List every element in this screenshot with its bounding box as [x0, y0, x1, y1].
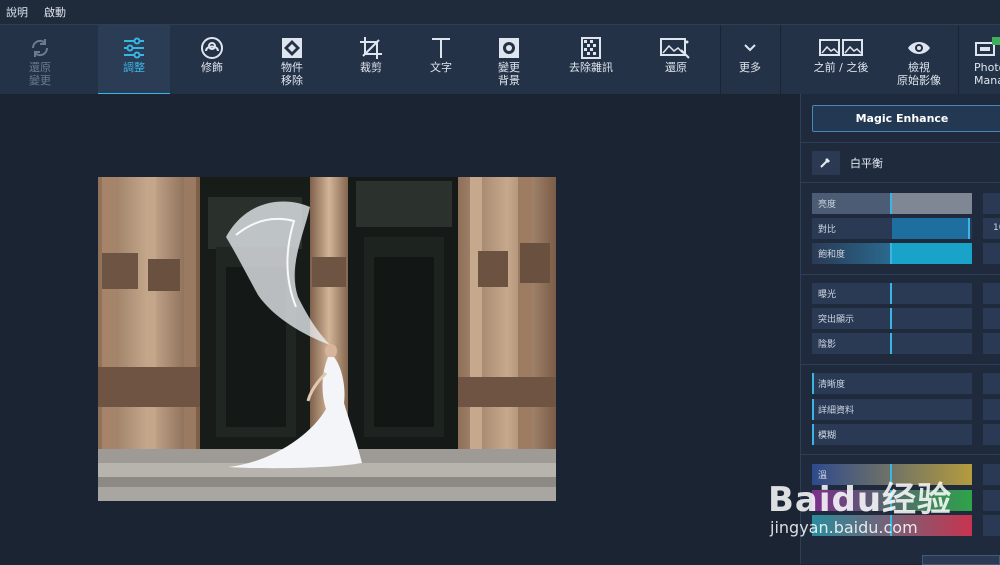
temperature-slider[interactable]: 溫 — [812, 464, 972, 485]
edited-photo — [98, 177, 556, 501]
brightness-slider[interactable]: 亮度 — [812, 193, 972, 214]
eye-icon — [907, 35, 931, 61]
panel-divider — [801, 182, 1000, 183]
object-remove-icon — [280, 35, 304, 61]
contrast-value[interactable]: 10 — [983, 218, 1000, 239]
adjust-panel: Magic Enhance 白平衡 亮度 對比 10 飽和度 曝光 — [800, 94, 1000, 564]
detail-slider[interactable]: 詳細資料 — [812, 399, 972, 420]
crop-icon — [359, 35, 383, 61]
change-background-icon — [497, 35, 521, 61]
eyedropper-button[interactable] — [812, 151, 840, 175]
detail-value[interactable] — [983, 399, 1000, 420]
view-original-button[interactable]: 檢視 原始影像 — [888, 25, 950, 95]
undo-changes-button[interactable]: 還原 變更 — [6, 25, 74, 95]
tab-change-background[interactable]: 變更 背景 — [476, 25, 542, 95]
hue-slider[interactable] — [812, 515, 972, 536]
saturation-slider[interactable]: 飽和度 — [812, 243, 972, 264]
panel-divider — [801, 454, 1000, 455]
saturation-value[interactable] — [983, 243, 1000, 264]
hue-value[interactable] — [983, 515, 1000, 536]
temperature-value[interactable] — [983, 464, 1000, 485]
tint-value[interactable] — [983, 490, 1000, 511]
highlights-slider[interactable]: 突出顯示 — [812, 308, 972, 329]
highlights-value[interactable] — [983, 308, 1000, 329]
more-button[interactable]: 更多 — [724, 25, 776, 95]
menu-activate[interactable]: 啟動 — [44, 4, 66, 20]
panel-divider — [801, 142, 1000, 143]
toolbar-separator — [780, 25, 781, 95]
restore-photo-icon — [659, 35, 693, 61]
contrast-slider[interactable]: 對比 — [812, 218, 972, 239]
panel-divider — [801, 364, 1000, 365]
blur-value[interactable] — [983, 424, 1000, 445]
shadows-value[interactable] — [983, 333, 1000, 354]
menu-bar: 說明 啟動 — [0, 0, 1000, 24]
clarity-value[interactable] — [983, 373, 1000, 394]
photo-manager-button[interactable]: Photo Manag — [962, 25, 1000, 95]
tint-slider[interactable] — [812, 490, 972, 511]
text-icon — [429, 35, 453, 61]
eyedropper-icon — [819, 155, 833, 172]
panel-divider — [801, 274, 1000, 275]
toolbar-separator — [720, 25, 721, 95]
brightness-value[interactable] — [983, 193, 1000, 214]
white-balance-label: 白平衡 — [850, 157, 883, 170]
denoise-icon — [579, 35, 603, 61]
before-after-button[interactable]: 之前 / 之後 — [798, 25, 884, 95]
toolbar: 還原 變更 調整 修飾 物件 移除 裁剪 文字 變更 背景 去除雜訊 還原 更多… — [0, 24, 1000, 95]
sliders-icon — [122, 35, 146, 61]
tab-crop[interactable]: 裁剪 — [338, 25, 404, 95]
exposure-value[interactable] — [983, 283, 1000, 304]
menu-help[interactable]: 說明 — [6, 4, 28, 20]
blur-slider[interactable]: 模糊 — [812, 424, 972, 445]
tab-object-removal[interactable]: 物件 移除 — [258, 25, 326, 95]
chevron-down-icon — [743, 35, 757, 61]
face-retouch-icon — [200, 35, 224, 61]
white-balance-row: 白平衡 — [812, 151, 883, 175]
tab-restore[interactable]: 還原 — [640, 25, 712, 95]
photo-manager-icon — [974, 35, 1000, 61]
clarity-slider[interactable]: 清晰度 — [812, 373, 972, 394]
tab-denoise[interactable]: 去除雜訊 — [556, 25, 626, 95]
exposure-slider[interactable]: 曝光 — [812, 283, 972, 304]
magic-enhance-button[interactable]: Magic Enhance — [812, 105, 1000, 132]
shadows-slider[interactable]: 陰影 — [812, 333, 972, 354]
before-after-icon — [819, 35, 863, 61]
tab-retouch[interactable]: 修飾 — [178, 25, 246, 95]
refresh-icon — [29, 35, 51, 61]
toolbar-separator — [958, 25, 959, 95]
tab-text[interactable]: 文字 — [408, 25, 474, 95]
image-canvas[interactable] — [0, 94, 800, 564]
tab-adjust[interactable]: 調整 — [98, 25, 170, 95]
